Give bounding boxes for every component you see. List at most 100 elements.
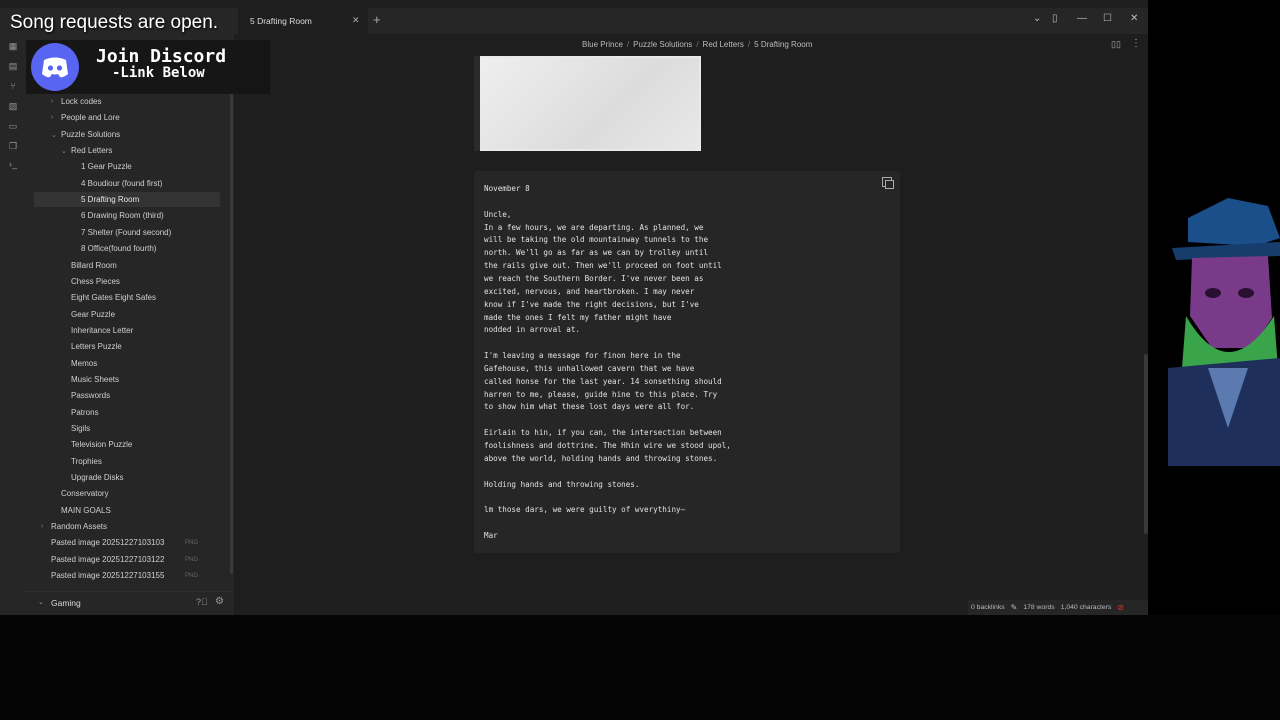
chevron-down-icon[interactable]: ⌄: [61, 147, 67, 155]
sidebar-item-label: Puzzle Solutions: [61, 130, 121, 139]
sidebar-item[interactable]: Letters Puzzle: [34, 339, 220, 354]
sidebar-item[interactable]: Patrons: [34, 405, 220, 420]
file-explorer: › Lock codes › People and Lore ⌄ Puzzle Solut…: [26, 34, 234, 615]
sidebar-item[interactable]: 8 Office(found fourth): [34, 241, 220, 256]
sidebar-item[interactable]: Television Puzzle: [34, 437, 220, 452]
sidebar-item-label: 1 Gear Puzzle: [81, 162, 132, 171]
sidebar-item-label: Pasted image 20251227103155: [51, 571, 165, 580]
backlinks-count[interactable]: 0 backlinks: [968, 604, 1008, 611]
sidebar-item[interactable]: Pasted image 20251227103103 PNG: [34, 535, 220, 550]
code-line: In a few hours, we are departing. As pla…: [484, 223, 704, 232]
sidebar-item-label: 8 Office(found fourth): [81, 244, 157, 253]
character-count: 1,040 characters: [1060, 604, 1112, 611]
reading-view-icon[interactable]: ▯▯: [1111, 39, 1121, 50]
sidebar-item[interactable]: Memos: [34, 356, 220, 371]
sidebar-item[interactable]: Conservatory: [34, 486, 220, 501]
terminal-icon[interactable]: ›_: [7, 158, 19, 170]
tab-close-icon[interactable]: ✕: [352, 15, 360, 26]
embedded-image[interactable]: [474, 56, 701, 151]
editor-scrollbar[interactable]: [1144, 354, 1148, 534]
sidebar-item[interactable]: ⌄ Puzzle Solutions: [34, 127, 220, 142]
sidebar-item[interactable]: MAIN GOALS: [34, 503, 220, 518]
copy-icon[interactable]: ❐: [7, 140, 19, 152]
tab-list-chevron-icon[interactable]: ⌄: [1033, 13, 1041, 24]
help-icon[interactable]: ?⃝: [196, 597, 208, 607]
breadcrumb-item[interactable]: Blue Prince: [582, 40, 623, 49]
files-icon[interactable]: ▦: [7, 40, 19, 52]
discord-subtitle: -Link Below: [112, 65, 205, 81]
sidebar-item[interactable]: › Random Assets: [34, 519, 220, 534]
sidebar-item[interactable]: 5 Drafting Room: [34, 192, 220, 207]
code-line: Uncle,: [484, 210, 512, 219]
sidebar-item[interactable]: Pasted image 20251227103155 PNG: [34, 568, 220, 583]
tab-drafting-room[interactable]: 5 Drafting Room: [238, 8, 368, 34]
sidebar-item[interactable]: Sigils: [34, 421, 220, 436]
more-options-icon[interactable]: ⋮: [1131, 38, 1141, 49]
sidebar-item-label: Letters Puzzle: [71, 342, 122, 351]
sidebar-item[interactable]: Pasted image 20251227103122 PNG: [34, 552, 220, 567]
daily-note-icon[interactable]: ▭: [7, 120, 19, 132]
sidebar-item[interactable]: › People and Lore: [34, 110, 220, 125]
calendar-icon[interactable]: ▤: [7, 60, 19, 72]
sidebar-item[interactable]: Inheritance Letter: [34, 323, 220, 338]
sidebar-item[interactable]: › Lock codes: [34, 94, 220, 109]
sidebar-scrollbar[interactable]: [230, 94, 233, 574]
sidebar-item[interactable]: Billard Room: [34, 258, 220, 273]
sidebar-item[interactable]: Chess Pieces: [34, 274, 220, 289]
desktop-background: [0, 615, 1280, 720]
edit-pencil-icon[interactable]: ✎: [1008, 603, 1021, 612]
sidebar-item-label: 5 Drafting Room: [81, 195, 140, 204]
code-line: made the ones I felt my father might hav…: [484, 313, 672, 322]
breadcrumb-item[interactable]: Puzzle Solutions: [633, 40, 692, 49]
vault-name[interactable]: Gaming: [51, 598, 81, 608]
minimize-icon[interactable]: —: [1077, 13, 1087, 24]
close-window-icon[interactable]: ✕: [1130, 13, 1138, 24]
canvas-icon[interactable]: ▧: [7, 100, 19, 112]
file-type-badge: PNG: [184, 556, 198, 563]
code-line: know if I've made the right decisions, b…: [484, 300, 699, 309]
sidebar-item-label: 7 Shelter (Found second): [81, 228, 172, 237]
editor-pane: Blue Prince / Puzzle Solutions / Red Letters…: [234, 34, 1148, 615]
sidebar-item-label: Chess Pieces: [71, 277, 120, 286]
sidebar-item[interactable]: Trophies: [34, 454, 220, 469]
sidebar-item-label: Red Letters: [71, 146, 113, 155]
sidebar-item[interactable]: Gear Puzzle: [34, 307, 220, 322]
sidebar-item[interactable]: 1 Gear Puzzle: [34, 159, 220, 174]
code-line: north. We'll go as far as we can by trol…: [484, 248, 709, 257]
sidebar-item[interactable]: 6 Drawing Room (third): [34, 208, 220, 223]
breadcrumb-item[interactable]: Red Letters: [703, 40, 744, 49]
code-line: Eirlain to hin, if you can, the intersec…: [484, 428, 722, 437]
sidebar-item[interactable]: Passwords: [34, 388, 220, 403]
sidebar-item[interactable]: 4 Boudiour (found first): [34, 176, 220, 191]
sidebar-toggle-icon[interactable]: ▯: [1052, 13, 1058, 24]
new-tab-icon[interactable]: +: [373, 12, 381, 27]
settings-gear-icon[interactable]: ⚙: [215, 596, 224, 607]
sidebar-item-label: Music Sheets: [71, 375, 120, 384]
sidebar-item-label: Conservatory: [61, 489, 109, 498]
copy-code-icon[interactable]: [882, 177, 894, 189]
chevron-right-icon[interactable]: ›: [41, 523, 43, 530]
sidebar-item[interactable]: Eight Gates Eight Safes: [34, 290, 220, 305]
breadcrumb: Blue Prince / Puzzle Solutions / Red Letters…: [582, 40, 813, 49]
sidebar-item[interactable]: ⌄ Red Letters: [34, 143, 220, 158]
sidebar-item-label: Lock codes: [61, 97, 102, 106]
graph-icon[interactable]: ⑂: [7, 80, 19, 92]
sidebar-item[interactable]: Music Sheets: [34, 372, 220, 387]
chevron-right-icon[interactable]: ›: [51, 98, 53, 105]
sidebar-item-label: Patrons: [71, 408, 99, 417]
streamer-avatar: [1168, 198, 1280, 466]
maximize-icon[interactable]: ☐: [1103, 13, 1112, 24]
code-line: Holding hands and throwing stones.: [484, 480, 640, 489]
sync-status-icon[interactable]: ⊘: [1114, 603, 1127, 612]
breadcrumb-item[interactable]: 5 Drafting Room: [754, 40, 812, 49]
sidebar-item-label: Television Puzzle: [71, 440, 133, 449]
sidebar-item-label: 6 Drawing Room (third): [81, 211, 164, 220]
vault-chevron-icon[interactable]: ⌄: [38, 598, 44, 606]
chevron-right-icon[interactable]: ›: [51, 114, 53, 121]
sidebar-item[interactable]: 7 Shelter (Found second): [34, 225, 220, 240]
sidebar-item[interactable]: Upgrade Disks: [34, 470, 220, 485]
chevron-down-icon[interactable]: ⌄: [51, 131, 57, 139]
code-line: Gafehouse, this unhallowed cavern that w…: [484, 364, 695, 373]
status-bar: 0 backlinks ✎ 178 words 1,040 characters…: [968, 600, 1148, 615]
code-block: November 8 Uncle, In a few hours, we are d…: [474, 171, 900, 553]
